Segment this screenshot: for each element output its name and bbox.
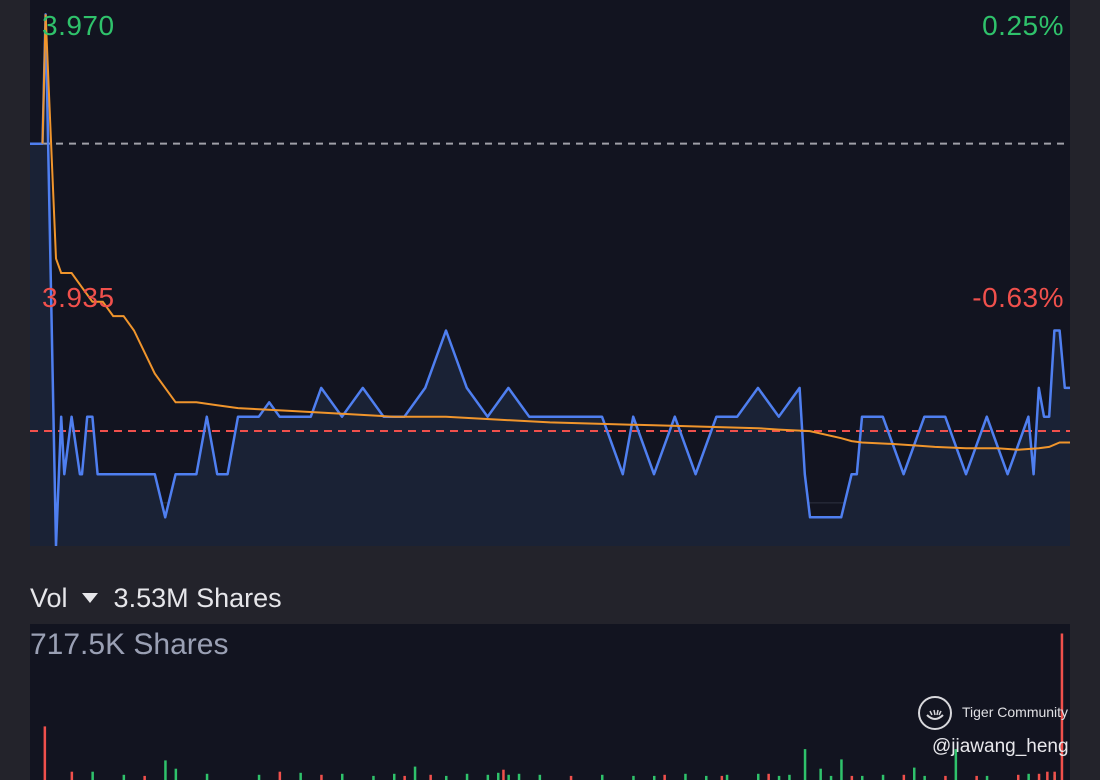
volume-bar-up	[985, 775, 989, 780]
volume-bar-down	[569, 775, 573, 780]
volume-bar-down	[278, 771, 282, 780]
triangle-down-icon[interactable]	[81, 593, 98, 603]
volume-bar-down	[975, 775, 978, 780]
volume-bar-down	[70, 771, 74, 780]
tiger-logo-icon	[918, 696, 952, 730]
volume-bar-up	[257, 774, 261, 780]
price-area-fill	[30, 14, 1070, 546]
average-price-line	[41, 14, 1070, 451]
volume-bar-up	[517, 773, 521, 780]
volume-bar-up	[91, 771, 94, 780]
volume-bar-down	[429, 774, 432, 780]
volume-bar-up	[757, 773, 760, 780]
volume-bar-up	[829, 775, 833, 780]
volume-bar-up	[507, 774, 510, 780]
volume-bar-up	[840, 759, 843, 780]
volume-bar-down	[850, 775, 854, 780]
volume-max-label: 717.5K Shares	[30, 628, 229, 661]
volume-bar-up	[1027, 773, 1030, 780]
volume-bar-up	[174, 768, 178, 780]
volume-bar-up	[393, 773, 396, 780]
volume-bar-up	[341, 773, 344, 780]
volume-bar-down	[902, 774, 906, 780]
volume-bar-up	[497, 772, 500, 780]
volume-bar-up	[486, 774, 490, 780]
volume-bar-up	[819, 768, 822, 780]
volume-bar-up	[122, 774, 126, 780]
volume-bar-up	[445, 775, 448, 780]
price-chart-svg	[30, 13, 1070, 546]
volume-bar-up	[164, 760, 167, 780]
volume-bar-up	[299, 772, 302, 780]
volume-total: 3.53M Shares	[113, 582, 282, 613]
volume-bar-up	[632, 775, 635, 780]
volume-bar-up	[684, 773, 687, 780]
volume-bar-down	[720, 775, 724, 780]
watermark: Tiger Community @jiawang_heng	[918, 696, 1078, 766]
price-high-label: 3.970	[42, 10, 115, 41]
volume-bar-down	[43, 726, 47, 780]
volume-bar-up	[653, 775, 656, 780]
volume-header: Vol 3.53M Shares	[30, 578, 282, 618]
volume-bar-up	[538, 774, 542, 780]
pct-high-label: 0.25%	[982, 10, 1064, 41]
volume-bar-up	[861, 775, 864, 780]
pct-low-label: -0.63%	[972, 282, 1064, 313]
volume-bar-up	[803, 749, 807, 780]
volume-bar-up	[777, 775, 781, 780]
volume-chart-panel: 717.5K Shares	[30, 624, 1070, 780]
volume-bar-down	[663, 774, 666, 780]
volume-bar-down	[320, 774, 323, 780]
volume-bar-down	[143, 775, 146, 780]
volume-bar-down	[1053, 771, 1056, 780]
volume-bar-down	[1017, 774, 1020, 780]
volume-bar-up	[913, 767, 916, 780]
volume-bar-down	[1046, 771, 1049, 780]
volume-bar-up	[788, 774, 791, 780]
volume-indicator-label[interactable]: Vol	[30, 583, 68, 614]
volume-bar-up	[413, 766, 417, 780]
price-chart-panel: 3.970 0.25% 3.935 -0.63%	[30, 0, 1070, 546]
volume-bar-up	[205, 773, 209, 780]
volume-bar-down	[1037, 773, 1041, 780]
volume-bar-down	[502, 769, 505, 780]
volume-bar-up	[725, 774, 729, 780]
price-low-label: 3.935	[42, 282, 115, 313]
volume-bar-up	[923, 775, 926, 780]
volume-bar-down	[767, 773, 770, 780]
volume-bar-down	[944, 775, 947, 780]
watermark-brand: Tiger Community	[962, 704, 1069, 720]
volume-bar-up	[601, 774, 604, 780]
volume-bar-up	[881, 774, 885, 780]
volume-bar-down	[403, 775, 406, 780]
volume-bar-up	[705, 775, 708, 780]
volume-bar-up	[465, 773, 469, 780]
volume-bar-up	[372, 775, 375, 780]
watermark-user: @jiawang_heng	[932, 736, 1069, 757]
